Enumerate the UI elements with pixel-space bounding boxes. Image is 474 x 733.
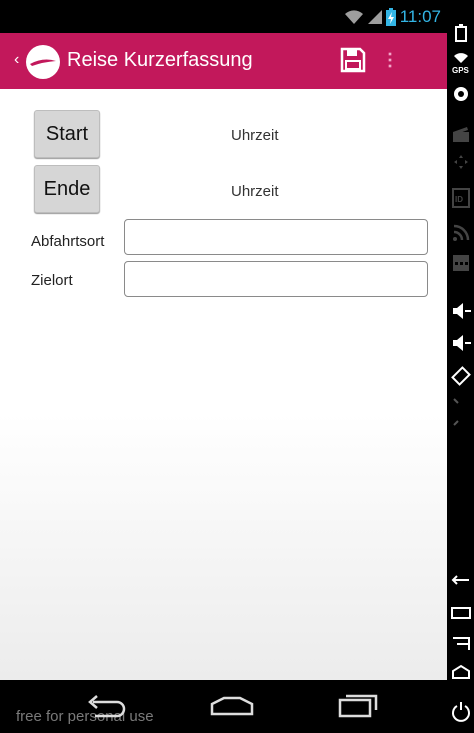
navigation-bar: free for personal use — [0, 680, 447, 733]
destination-field[interactable] — [124, 261, 428, 297]
status-bar: 11:07 — [0, 0, 447, 33]
signal-icon — [367, 10, 382, 24]
end-button[interactable]: Ende — [34, 165, 100, 213]
page-title: Reise Kurzerfassung — [67, 49, 253, 71]
dpad-icon[interactable] — [453, 154, 469, 170]
gps-label[interactable]: GPS — [452, 66, 469, 75]
volume-up-icon[interactable] — [451, 302, 471, 320]
start-button[interactable]: Start — [34, 110, 100, 158]
id-label: ID — [455, 195, 463, 204]
overflow-menu-icon[interactable] — [388, 47, 392, 73]
emulator-side-panel: GPS ID — [447, 0, 474, 733]
action-bar: ‹ Reise Kurzerfassung — [0, 33, 447, 89]
search-key-icon[interactable] — [451, 664, 471, 680]
menu-key-icon[interactable] — [451, 636, 471, 652]
volume-down-icon[interactable] — [451, 334, 471, 352]
up-chevron-icon[interactable]: ‹ — [14, 51, 19, 69]
battery-icon[interactable] — [455, 24, 467, 42]
recent-apps-icon[interactable] — [338, 694, 378, 718]
destination-label: Zielort — [31, 272, 73, 289]
power-icon[interactable] — [451, 700, 471, 722]
phone-screen: 11:07 ‹ Reise Kurzerfassung Start Uhrzei… — [0, 0, 447, 733]
clock: 11:07 — [399, 7, 441, 26]
back-key-icon[interactable] — [451, 574, 471, 588]
logo-swoosh-icon — [30, 59, 56, 66]
app-logo[interactable] — [26, 45, 60, 79]
scale-icon[interactable] — [453, 398, 469, 426]
back-icon[interactable] — [85, 692, 127, 718]
start-time-label[interactable]: Uhrzeit — [231, 127, 279, 144]
webcam-icon[interactable] — [452, 86, 470, 104]
home-icon[interactable] — [210, 696, 254, 716]
gps-wifi-icon[interactable] — [453, 52, 469, 64]
departure-label: Abfahrtsort — [31, 233, 105, 250]
form-area: Start Uhrzeit Ende Uhrzeit Abfahrtsort Z… — [0, 89, 447, 680]
rotate-icon[interactable] — [451, 366, 471, 386]
rss-icon[interactable] — [452, 224, 470, 242]
end-time-label[interactable]: Uhrzeit — [231, 183, 279, 200]
wifi-icon — [344, 10, 363, 24]
save-icon[interactable] — [340, 47, 366, 73]
battery-charging-icon — [385, 8, 396, 26]
more-options-icon[interactable] — [452, 254, 470, 272]
home-key-icon[interactable] — [451, 604, 471, 620]
departure-field[interactable] — [124, 219, 428, 255]
clapperboard-icon[interactable] — [452, 126, 470, 144]
